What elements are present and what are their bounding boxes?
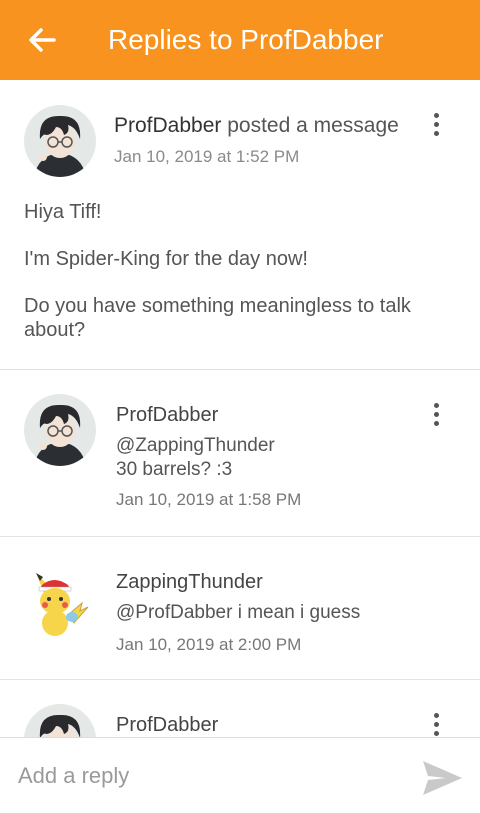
original-post: ProfDabber posted a message Jan 10, 2019… — [0, 80, 480, 370]
more-vertical-icon — [424, 713, 448, 736]
post-author[interactable]: ProfDabber — [114, 114, 221, 137]
pikachu-avatar-icon — [24, 567, 96, 639]
post-line: Do you have something meaningless to tal… — [24, 295, 411, 341]
anime-boy-avatar-icon — [24, 105, 96, 177]
reply-line: @ProfDabber i mean i guess — [116, 602, 361, 623]
reply-timestamp: Jan 10, 2019 at 2:00 PM — [116, 635, 302, 654]
reply-line: 30 barrels? :3 — [116, 459, 233, 480]
post-body: Hiya Tiff! I'm Spider-King for the day n… — [24, 200, 456, 365]
reply-text: @ZappingThunder 30 barrels? :3 — [116, 434, 275, 482]
reply-input[interactable] — [18, 756, 398, 796]
post-more-button[interactable] — [424, 113, 448, 143]
send-icon — [423, 761, 462, 795]
post-action: posted a message — [227, 114, 399, 137]
post-line: Hiya Tiff! — [24, 201, 102, 223]
more-vertical-icon — [424, 113, 448, 136]
send-button[interactable] — [420, 758, 464, 798]
avatar[interactable] — [24, 105, 96, 177]
reply-more-button[interactable] — [424, 403, 448, 433]
replies-thread: ProfDabber posted a message Jan 10, 2019… — [0, 80, 480, 737]
anime-boy-avatar-icon — [24, 704, 96, 737]
reply-composer — [0, 737, 480, 813]
anime-boy-avatar-icon — [24, 394, 96, 466]
reply-item: ProfDabber @ZappingThunder 30 barrels? :… — [0, 370, 480, 537]
reply-mention[interactable]: @ZappingThunder — [116, 434, 275, 458]
back-button[interactable] — [24, 22, 60, 58]
arrow-left-icon — [29, 28, 56, 52]
reply-item: ProfDabber — [0, 680, 480, 737]
reply-author[interactable]: ProfDabber — [116, 404, 218, 427]
page-title: Replies to ProfDabber — [108, 24, 384, 55]
reply-more-button[interactable] — [424, 713, 448, 737]
more-vertical-icon — [424, 403, 448, 426]
reply-author[interactable]: ZappingThunder — [116, 571, 263, 594]
reply-author[interactable]: ProfDabber — [116, 714, 218, 737]
post-line: I'm Spider-King for the day now! — [24, 248, 308, 270]
avatar[interactable] — [24, 704, 96, 737]
reply-item: ZappingThunder @ProfDabber i mean i gues… — [0, 537, 480, 680]
reply-text: @ProfDabber i mean i guess — [116, 601, 360, 625]
app-bar: Replies to ProfDabber — [0, 0, 480, 80]
avatar[interactable] — [24, 394, 96, 466]
reply-timestamp: Jan 10, 2019 at 1:58 PM — [116, 490, 302, 509]
post-timestamp: Jan 10, 2019 at 1:52 PM — [114, 147, 300, 166]
avatar[interactable] — [24, 567, 96, 639]
